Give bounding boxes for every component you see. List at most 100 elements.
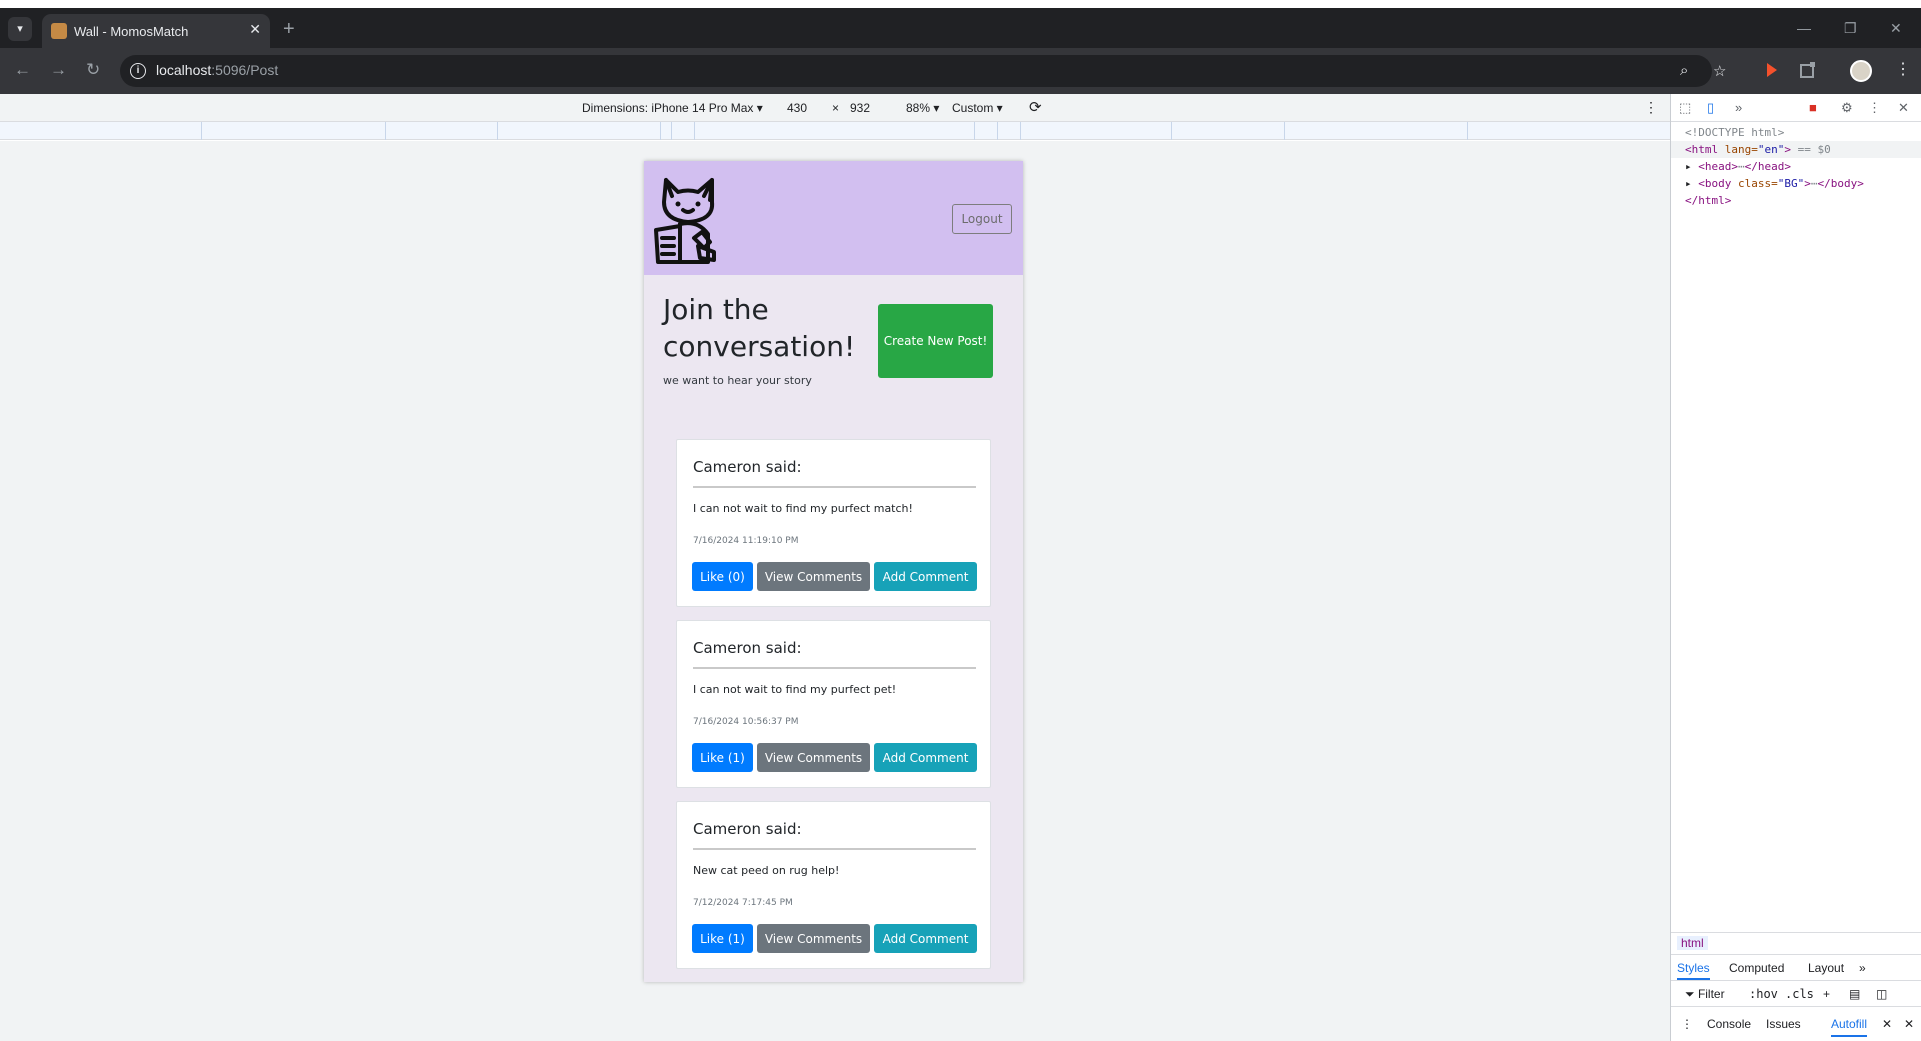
body-node[interactable]: ▸ <body class="BG">⋯</body>: [1685, 175, 1864, 192]
media-query-bar[interactable]: [0, 122, 1670, 140]
devtools-settings-icon[interactable]: ⚙: [1841, 100, 1853, 116]
create-post-button[interactable]: Create New Post!: [878, 304, 993, 378]
post-body: I can not wait to find my purfect pet!: [693, 683, 897, 696]
emulated-viewport: Logout Join the conversation! we want to…: [0, 141, 1670, 1041]
styles-tabs: Styles Computed Layout »: [1671, 954, 1921, 980]
url-text[interactable]: localhost:5096/Post: [156, 62, 278, 78]
cat-logo-icon: [654, 178, 716, 264]
drawer-tab-console[interactable]: Console: [1707, 1017, 1751, 1031]
drawer-tab-autofill[interactable]: Autofill: [1831, 1017, 1868, 1037]
devtools-menu-icon[interactable]: ⋮: [1868, 100, 1881, 116]
post-author: Cameron said:: [693, 639, 802, 657]
profile-avatar[interactable]: [1850, 60, 1872, 82]
filter-input[interactable]: ⏷ Filter: [1685, 987, 1725, 1002]
logout-button[interactable]: Logout: [952, 204, 1012, 234]
favicon-icon: [51, 23, 67, 39]
rotate-icon[interactable]: ⟳: [1029, 98, 1042, 116]
os-top-strip: [0, 0, 1921, 8]
html-close-node[interactable]: </html>: [1685, 192, 1731, 209]
like-button[interactable]: Like (0): [692, 562, 753, 591]
device-options-icon[interactable]: ⋮: [1644, 99, 1658, 116]
bookmark-star-icon[interactable]: ☆: [1713, 62, 1726, 80]
new-tab-button[interactable]: +: [283, 19, 295, 39]
view-comments-button[interactable]: View Comments: [757, 743, 870, 772]
browser-menu-icon[interactable]: ⋮: [1895, 59, 1911, 79]
tab-layout[interactable]: Layout: [1808, 961, 1844, 975]
new-rule-icon[interactable]: +: [1823, 987, 1830, 1001]
reload-icon[interactable]: ↻: [86, 60, 100, 80]
browser-toolbar: ← → ↻ i localhost:5096/Post ⌕ ☆ ⋮: [0, 48, 1921, 94]
post-date: 7/12/2024 7:17:45 PM: [693, 898, 793, 908]
html-node[interactable]: <html lang="en"> == $0: [1671, 141, 1921, 158]
device-frame: Logout Join the conversation! we want to…: [644, 161, 1023, 982]
extensions-puzzle-icon[interactable]: [1798, 60, 1818, 80]
view-comments-button[interactable]: View Comments: [757, 924, 870, 953]
drawer-tab-close-icon[interactable]: ✕: [1882, 1017, 1892, 1031]
device-width-input[interactable]: 430: [787, 101, 807, 115]
zoom-select[interactable]: 88% ▾: [906, 101, 939, 115]
device-toolbar-toggle-icon[interactable]: ▯: [1707, 100, 1714, 116]
hero-title: Join the conversation!: [663, 293, 856, 363]
doctype-node[interactable]: <!DOCTYPE html>: [1685, 124, 1784, 141]
more-tabs-icon[interactable]: »: [1735, 100, 1742, 115]
back-icon[interactable]: ←: [14, 60, 31, 80]
address-bar[interactable]: i localhost:5096/Post ⌕: [120, 55, 1712, 87]
cls-toggle[interactable]: .cls: [1785, 987, 1814, 1001]
dimension-separator: ×: [832, 101, 840, 115]
devtools-drawer: ⋮ Console Issues Autofill ✕ ✕: [1671, 1006, 1921, 1041]
site-info-icon[interactable]: i: [130, 63, 146, 79]
post-divider: [693, 667, 976, 669]
like-button[interactable]: Like (1): [692, 924, 753, 953]
hov-toggle[interactable]: :hov: [1749, 987, 1778, 1001]
drawer-close-icon[interactable]: ✕: [1904, 1017, 1914, 1031]
tab-close-icon[interactable]: ✕: [249, 21, 261, 38]
post-divider: [693, 486, 976, 488]
tab-active[interactable]: Wall - MomosMatch ✕: [42, 14, 270, 48]
post-body: New cat peed on rug help!: [693, 864, 840, 877]
add-comment-button[interactable]: Add Comment: [874, 743, 977, 772]
paint-icon[interactable]: ▤: [1849, 987, 1860, 1001]
devtools-toolbar: ⬚ ▯ » ■ ⚙ ⋮ ✕: [1671, 94, 1921, 122]
hero-subtitle: we want to hear your story: [663, 374, 812, 387]
view-comments-button[interactable]: View Comments: [757, 562, 870, 591]
post-author: Cameron said:: [693, 820, 802, 838]
devtools-close-icon[interactable]: ✕: [1898, 100, 1909, 116]
device-toolbar: Dimensions: iPhone 14 Pro Max ▾ 430 × 93…: [0, 94, 1670, 122]
app-header: Logout: [644, 161, 1023, 275]
post-card: Cameron said: I can not wait to find my …: [676, 620, 991, 788]
extension-icon[interactable]: [1763, 60, 1783, 80]
minimize-icon[interactable]: —: [1797, 20, 1811, 36]
forward-icon[interactable]: →: [50, 60, 67, 80]
post-author: Cameron said:: [693, 458, 802, 476]
add-comment-button[interactable]: Add Comment: [874, 562, 977, 591]
post-date: 7/16/2024 11:19:10 PM: [693, 536, 799, 546]
tab-styles[interactable]: Styles: [1677, 961, 1710, 980]
tab-title: Wall - MomosMatch: [74, 24, 189, 39]
post-card: Cameron said: New cat peed on rug help! …: [676, 801, 991, 969]
post-date: 7/16/2024 10:56:37 PM: [693, 717, 799, 727]
zoom-icon[interactable]: ⌕: [1680, 62, 1688, 79]
error-badge-icon[interactable]: ■: [1809, 100, 1817, 115]
head-node[interactable]: ▸ <head>⋯</head>: [1685, 158, 1791, 175]
throttle-select[interactable]: Custom ▾: [952, 101, 1003, 115]
more-panels-icon[interactable]: »: [1859, 961, 1866, 975]
post-card: Cameron said: I can not wait to find my …: [676, 439, 991, 607]
dom-breadcrumb: html: [1671, 932, 1921, 954]
post-divider: [693, 848, 976, 850]
devtools-panel: ⬚ ▯ » ■ ⚙ ⋮ ✕ <!DOCTYPE html> <html lang…: [1670, 94, 1921, 1041]
tab-strip: ▾ Wall - MomosMatch ✕ + — ❐ ✕: [0, 8, 1921, 48]
breadcrumb-html[interactable]: html: [1677, 936, 1708, 950]
like-button[interactable]: Like (1): [692, 743, 753, 772]
sidebar-toggle-icon[interactable]: ◫: [1876, 987, 1887, 1001]
tab-computed[interactable]: Computed: [1729, 961, 1784, 975]
close-window-icon[interactable]: ✕: [1890, 20, 1902, 37]
add-comment-button[interactable]: Add Comment: [874, 924, 977, 953]
inspect-element-icon[interactable]: ⬚: [1679, 100, 1691, 116]
styles-filter-bar: ⏷ Filter :hov .cls + ▤ ◫: [1671, 980, 1921, 1006]
drawer-tab-issues[interactable]: Issues: [1766, 1017, 1801, 1031]
restore-icon[interactable]: ❐: [1844, 20, 1857, 37]
drawer-menu-icon[interactable]: ⋮: [1681, 1017, 1693, 1031]
device-height-input[interactable]: 932: [850, 101, 870, 115]
device-dimensions-select[interactable]: Dimensions: iPhone 14 Pro Max ▾: [582, 101, 763, 115]
tab-search-button[interactable]: ▾: [8, 17, 32, 41]
